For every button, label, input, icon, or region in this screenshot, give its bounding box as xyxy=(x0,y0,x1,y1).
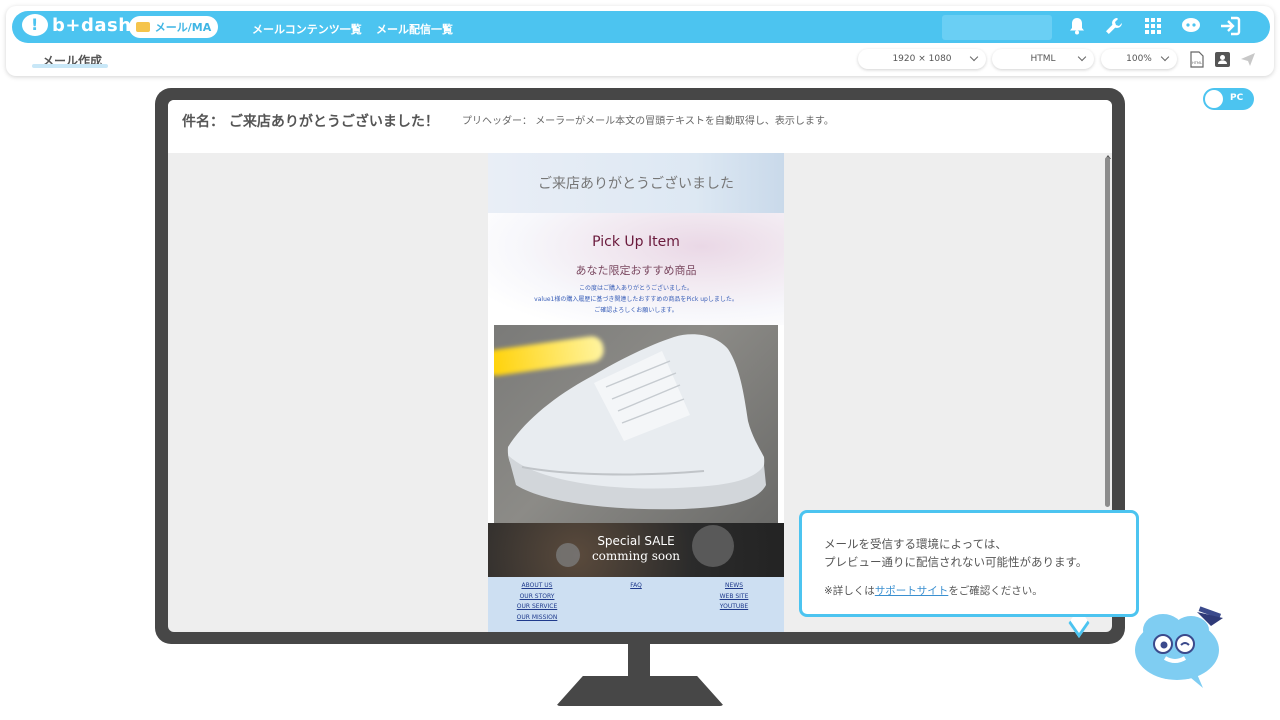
zoom-value: 100% xyxy=(1126,54,1152,64)
subject-value: ご来店ありがとうございました！ xyxy=(228,114,439,130)
footer-link-about-us[interactable]: ABOUT US xyxy=(521,581,552,592)
email-preview: ご来店ありがとうございました Pick Up Item あなた限定おすすめ商品 … xyxy=(488,153,784,632)
pick-up-text-line: ご確認よろしくお願いします。 xyxy=(594,307,678,314)
pick-up-subtitle: あなた限定おすすめ商品 xyxy=(575,264,697,277)
delivery-warning-tooltip: メールを受信する環境によっては、 プレビュー通りに配信されない可能性があります。… xyxy=(799,510,1139,617)
svg-text:HTML: HTML xyxy=(1192,61,1202,65)
pick-up-text-line: この度はご購入ありがとうございました。 xyxy=(578,285,693,292)
support-site-link[interactable]: サポートサイト xyxy=(875,585,949,597)
preview-scrollbar[interactable] xyxy=(1105,157,1110,507)
tab-active-underline xyxy=(32,64,108,68)
toggle-label: PC xyxy=(1230,93,1244,103)
footer-link-our-mission[interactable]: OUR MISSION xyxy=(517,613,558,624)
footer-column-about: ABOUT US OUR STORY OUR SERVICE OUR MISSI… xyxy=(506,581,568,623)
footer-link-our-story[interactable]: OUR STORY xyxy=(520,592,555,603)
logo-text: b+dash xyxy=(52,14,132,36)
ai-assistant-icon[interactable] xyxy=(1180,15,1202,37)
sneaker-illustration xyxy=(507,334,766,510)
nav-mail-ma-button[interactable]: メール/MA xyxy=(129,16,218,38)
special-sale-banner[interactable]: Special SALE comming soon xyxy=(488,523,784,577)
pick-up-message: この度はご購入ありがとうございました。 value1様の購入履歴に基づき関連した… xyxy=(488,283,784,316)
format-value: HTML xyxy=(1030,54,1056,64)
footer-link-faq[interactable]: FAQ xyxy=(630,581,642,592)
tooltip-line-1: メールを受信する環境によっては、 xyxy=(824,537,1007,551)
wrench-icon[interactable] xyxy=(1103,15,1125,37)
send-icon[interactable] xyxy=(1239,50,1257,68)
footer-link-our-service[interactable]: OUR SERVICE xyxy=(517,602,558,613)
subject-label: 件名： xyxy=(182,114,224,130)
tooltip-note-suffix: をご確認ください。 xyxy=(948,585,1043,597)
tooltip-note-prefix: ※詳しくは xyxy=(824,585,875,597)
preheader-label: プリヘッダー： xyxy=(462,116,532,127)
html-file-icon[interactable]: HTML xyxy=(1188,50,1206,68)
mascot-cloud-icon xyxy=(1135,606,1223,688)
grid-icon[interactable] xyxy=(1142,15,1164,37)
product-sneaker-image[interactable] xyxy=(494,325,778,523)
bdash-logo[interactable]: b+dash xyxy=(22,14,132,36)
nav-mail-content-list[interactable]: メールコンテンツ一覧 xyxy=(252,21,362,37)
user-account-area[interactable] xyxy=(942,15,1052,40)
nav-mail-ma-label: メール/MA xyxy=(154,21,212,34)
footer-column-news: NEWS WEB SITE YOUTUBE xyxy=(708,581,760,613)
pick-up-text-line: value1様の購入履歴に基づき関連したおすすめの商品をPick upしました。 xyxy=(534,296,738,303)
bell-icon[interactable] xyxy=(1066,15,1088,37)
tooltip-note: ※詳しくはサポートサイトをご確認ください。 xyxy=(824,583,1043,598)
pc-view-toggle[interactable]: PC xyxy=(1203,88,1254,110)
nav-mail-delivery-list[interactable]: メール配信一覧 xyxy=(376,21,453,37)
monitor-stand-neck xyxy=(628,644,650,680)
preheader-value: メーラーがメール本文の冒頭テキストを自動取得し、表示します。 xyxy=(535,116,834,127)
logout-icon[interactable] xyxy=(1219,15,1241,37)
resolution-select[interactable]: 1920 × 1080 xyxy=(858,49,986,69)
email-header-banner: ご来店ありがとうございました xyxy=(488,153,784,213)
subject-bar: 件名： ご来店ありがとうございました！ プリヘッダー： メーラーがメール本文の冒… xyxy=(168,100,1112,153)
zoom-select[interactable]: 100% xyxy=(1101,49,1177,69)
preheader-line: プリヘッダー： メーラーがメール本文の冒頭テキストを自動取得し、表示します。 xyxy=(462,112,834,127)
footer-column-faq: FAQ xyxy=(616,581,656,592)
chevron-down-icon xyxy=(969,52,979,62)
folder-icon xyxy=(135,22,150,32)
chevron-down-icon xyxy=(1077,52,1087,62)
tooltip-line-2: プレビュー通りに配信されない可能性があります。 xyxy=(824,555,1088,569)
email-footer: ABOUT US OUR STORY OUR SERVICE OUR MISSI… xyxy=(488,577,784,632)
monitor-stand-base xyxy=(556,676,724,706)
format-select[interactable]: HTML xyxy=(992,49,1094,69)
footer-link-web-site[interactable]: WEB SITE xyxy=(720,592,749,603)
resolution-value: 1920 × 1080 xyxy=(892,54,952,64)
logo-bubble-icon xyxy=(22,14,48,36)
subject-line: 件名： ご来店ありがとうございました！ xyxy=(182,111,439,131)
toggle-knob xyxy=(1205,90,1223,108)
pick-up-title: Pick Up Item xyxy=(592,234,680,250)
email-header-title: ご来店ありがとうございました xyxy=(538,176,734,192)
sale-title: Special SALE xyxy=(597,534,675,548)
chevron-down-icon xyxy=(1160,52,1170,62)
sale-subtitle: comming soon xyxy=(591,549,681,563)
footer-link-news[interactable]: NEWS xyxy=(725,581,743,592)
contact-card-icon[interactable] xyxy=(1213,50,1231,68)
footer-link-youtube[interactable]: YOUTUBE xyxy=(720,602,748,613)
